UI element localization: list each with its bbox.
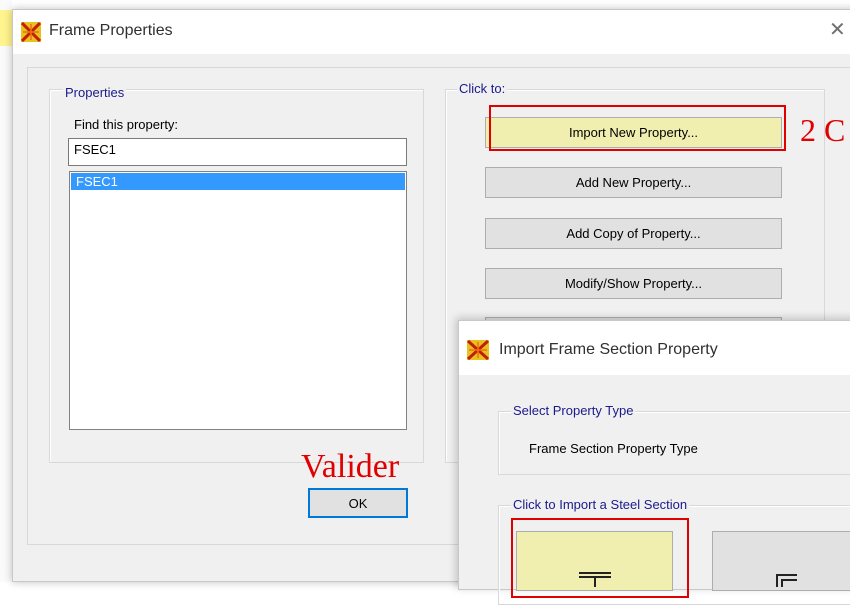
sap2000-app-icon xyxy=(21,22,41,42)
select-property-type-label: Select Property Type xyxy=(511,403,636,418)
i-section-icon xyxy=(577,571,613,590)
property-type-text: Frame Section Property Type xyxy=(529,441,698,456)
channel-section-icon xyxy=(773,571,803,590)
find-property-input[interactable]: FSEC1 xyxy=(68,138,407,166)
add-copy-property-button[interactable]: Add Copy of Property... xyxy=(485,218,782,249)
list-item[interactable]: FSEC1 xyxy=(71,173,405,190)
add-new-property-button[interactable]: Add New Property... xyxy=(485,167,782,198)
close-icon[interactable]: ✕ xyxy=(829,20,846,40)
i-section-button[interactable] xyxy=(516,531,673,591)
import-button-highlight xyxy=(489,105,786,151)
window-title: Import Frame Section Property xyxy=(499,341,718,358)
steel-section-group-label: Click to Import a Steel Section xyxy=(511,497,690,512)
property-list[interactable]: FSEC1 xyxy=(69,171,407,430)
title-bar: Frame Properties ✕ xyxy=(13,10,850,54)
modify-show-property-button[interactable]: Modify/Show Property... xyxy=(485,268,782,299)
window-title: Frame Properties xyxy=(49,22,173,39)
channel-section-button[interactable] xyxy=(712,531,850,591)
properties-group-label: Properties xyxy=(63,85,127,100)
click-to-group-label: Click to: xyxy=(457,81,508,96)
background-app-edge xyxy=(0,0,12,582)
annotation-valider: Valider xyxy=(301,448,400,485)
annotation-step-2: 2 C xyxy=(800,112,846,148)
ok-button[interactable]: OK xyxy=(308,488,408,518)
find-property-label: Find this property: xyxy=(74,117,179,132)
title-bar: Import Frame Section Property xyxy=(459,321,850,375)
import-frame-section-window: Import Frame Section Property Select Pro… xyxy=(458,320,850,605)
sap2000-app-icon xyxy=(467,340,489,360)
